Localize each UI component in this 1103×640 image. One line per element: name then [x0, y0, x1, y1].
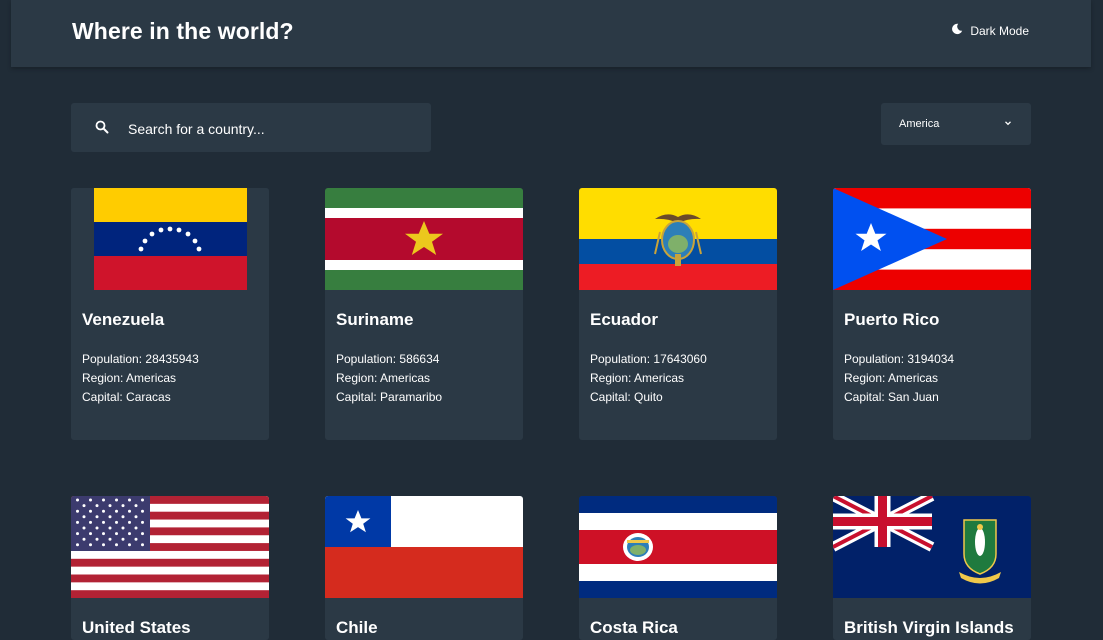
flag-ecuador: [579, 188, 777, 290]
country-card[interactable]: Costa Rica: [579, 496, 777, 640]
region-filter-dropdown[interactable]: America: [881, 103, 1031, 145]
flag-suriname: [325, 188, 523, 290]
region-label: Region:: [336, 371, 378, 385]
population-value: 3194034: [907, 352, 955, 366]
flag-puerto-rico: [833, 188, 1031, 290]
country-name: Venezuela: [82, 310, 165, 329]
country-card[interactable]: Chile: [325, 496, 523, 640]
country-name: Puerto Rico: [844, 310, 940, 329]
country-details: Population: 586634 Region: Americas Capi…: [336, 350, 442, 407]
country-card[interactable]: Venezuela Population: 28435943 Region: A…: [71, 188, 269, 440]
region-value: Americas: [126, 371, 177, 385]
population-label: Population:: [590, 352, 651, 366]
capital-value: San Juan: [888, 390, 939, 404]
flag-british-virgin-islands: [833, 496, 1031, 598]
flag-chile: [325, 496, 523, 598]
country-name: Suriname: [336, 310, 414, 329]
capital-label: Capital:: [844, 390, 885, 404]
country-name: United States: [82, 618, 191, 637]
country-details: Population: 28435943 Region: Americas Ca…: [82, 350, 199, 407]
region-label: Region:: [590, 371, 632, 385]
country-card[interactable]: Puerto Rico Population: 3194034 Region: …: [833, 188, 1031, 440]
capital-value: Paramaribo: [380, 390, 443, 404]
capital-label: Capital:: [82, 390, 123, 404]
country-card[interactable]: Ecuador Population: 17643060 Region: Ame…: [579, 188, 777, 440]
country-details: Population: 17643060 Region: Americas Ca…: [590, 350, 707, 407]
chevron-down-icon: [1003, 118, 1013, 131]
country-card[interactable]: British Virgin Islands: [833, 496, 1031, 640]
search-input[interactable]: [126, 103, 420, 154]
region-label: Region:: [82, 371, 124, 385]
region-value: Americas: [634, 371, 685, 385]
page-title: Where in the world?: [72, 18, 294, 44]
region-value: Americas: [380, 371, 431, 385]
moon-icon: [951, 23, 963, 38]
search-bar: [71, 103, 431, 154]
country-card[interactable]: United States: [71, 496, 269, 640]
capital-value: Quito: [634, 390, 663, 404]
population-value: 586634: [399, 352, 440, 366]
flag-united-states: [71, 496, 269, 598]
country-details: Population: 3194034 Region: Americas Cap…: [844, 350, 954, 407]
dark-mode-toggle[interactable]: Dark Mode: [951, 23, 1029, 38]
flag-venezuela: [71, 188, 269, 290]
population-value: 28435943: [145, 352, 199, 366]
country-name: Chile: [336, 618, 378, 637]
capital-label: Capital:: [590, 390, 631, 404]
capital-value: Caracas: [126, 390, 171, 404]
population-label: Population:: [336, 352, 397, 366]
country-card[interactable]: Suriname Population: 586634 Region: Amer…: [325, 188, 523, 440]
country-name: Ecuador: [590, 310, 659, 329]
region-filter-value: America: [899, 118, 940, 130]
country-name: Costa Rica: [590, 618, 678, 637]
population-label: Population:: [844, 352, 905, 366]
region-value: Americas: [888, 371, 939, 385]
country-name: British Virgin Islands: [844, 618, 1014, 637]
header: Where in the world? Dark Mode: [11, 0, 1091, 67]
dark-mode-label: Dark Mode: [970, 23, 1029, 38]
population-label: Population:: [82, 352, 143, 366]
flag-costa-rica: [579, 496, 777, 598]
capital-label: Capital:: [336, 390, 377, 404]
region-label: Region:: [844, 371, 886, 385]
population-value: 17643060: [653, 352, 707, 366]
